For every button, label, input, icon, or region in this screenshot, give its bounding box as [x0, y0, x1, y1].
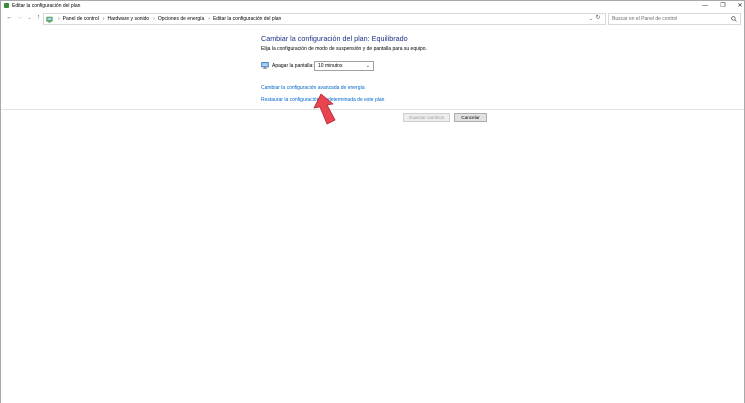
- screen-off-select[interactable]: 10 minutos ⌄: [314, 61, 374, 71]
- minimize-button[interactable]: —: [696, 1, 714, 11]
- breadcrumb-separator: ›: [58, 16, 60, 22]
- control-panel-icon: [4, 3, 9, 8]
- breadcrumb-opciones-de-energia[interactable]: Opciones de energía: [158, 14, 204, 24]
- breadcrumb-hardware-y-sonido[interactable]: Hardware y sonido: [107, 14, 149, 24]
- title-bar: Editar la configuración del plan — ❐ ✕: [1, 1, 744, 11]
- navigation-bar: ← → ⌄ ↑ › Panel de control › Hardware y …: [1, 11, 744, 26]
- back-arrow-icon[interactable]: ←: [5, 13, 14, 23]
- advanced-settings-link[interactable]: Cambiar la configuración avanzada de ene…: [261, 85, 365, 91]
- control-panel-icon: [46, 16, 53, 23]
- monitor-icon: [261, 62, 269, 69]
- recent-locations-chevron-icon[interactable]: ⌄: [25, 13, 34, 23]
- window: Editar la configuración del plan — ❐ ✕ ←…: [0, 0, 745, 403]
- save-button[interactable]: Guardar cambios: [403, 113, 450, 122]
- forward-arrow-icon[interactable]: →: [15, 13, 24, 23]
- red-arrow-pointer-icon: [313, 93, 336, 125]
- screen-off-value: 10 minutos: [318, 63, 343, 69]
- page-description: Elija la configuración de modo de suspen…: [261, 46, 427, 52]
- refresh-icon[interactable]: ↻: [592, 13, 604, 23]
- breadcrumb: › Panel de control › Hardware y sonido ›…: [56, 14, 281, 24]
- cancel-button[interactable]: Cancelar: [454, 113, 487, 122]
- up-arrow-icon[interactable]: ↑: [34, 13, 43, 23]
- breadcrumb-separator: ›: [102, 16, 105, 22]
- breadcrumb-panel-de-control[interactable]: Panel de control: [63, 14, 99, 24]
- search-icon[interactable]: [731, 16, 737, 22]
- close-button[interactable]: ✕: [731, 1, 745, 11]
- chevron-down-icon: ⌄: [365, 63, 370, 69]
- search-box[interactable]: [608, 13, 741, 25]
- screen-off-label: Apagar la pantalla:: [272, 63, 314, 69]
- page-title: Cambiar la configuración del plan: Equil…: [261, 34, 408, 43]
- breadcrumb-separator: ›: [153, 16, 155, 22]
- window-title: Editar la configuración del plan: [12, 3, 81, 9]
- maximize-button[interactable]: ❐: [714, 1, 732, 11]
- divider: [1, 109, 744, 110]
- breadcrumb-separator: ›: [208, 16, 210, 22]
- search-input[interactable]: [612, 14, 730, 24]
- address-bar[interactable]: › Panel de control › Hardware y sonido ›…: [43, 13, 606, 25]
- main-content: Cambiar la configuración del plan: Equil…: [1, 27, 744, 403]
- breadcrumb-editar-configuracion[interactable]: Editar la configuración del plan: [213, 14, 281, 24]
